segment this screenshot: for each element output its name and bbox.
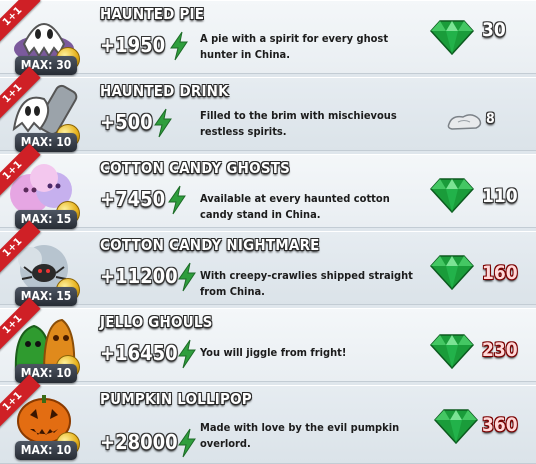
- item-score: +1950: [100, 33, 166, 57]
- shop-item-row[interactable]: 1+1 MAX: 10 HAUNTED DRINK +500 Filled to…: [0, 66, 536, 152]
- item-score: +500: [100, 110, 153, 134]
- shop-item-row[interactable]: 1+1 MAX: 30 HAUNTED PIE +1950 A pie with…: [0, 0, 536, 75]
- item-name: COTTON CANDY NIGHTMARE: [100, 236, 320, 254]
- lightning-bolt-icon: [170, 31, 188, 61]
- shop-item-row[interactable]: 1+1 MAX: 15 COTTON CANDY NIGHTMARE +1120…: [0, 220, 536, 306]
- item-score: +16450: [100, 341, 178, 365]
- item-description: You will jiggle from fright!: [200, 346, 347, 359]
- item-score: +11200: [100, 264, 178, 288]
- lightning-bolt-icon: [168, 185, 186, 215]
- item-price: 230: [482, 339, 518, 361]
- shop-item-row[interactable]: 1+1 MAX: 15 COTTON CANDY GHOSTS +7450 Av…: [0, 143, 536, 229]
- shop-item-list: 1+1 MAX: 30 HAUNTED PIE +1950 A pie with…: [0, 0, 536, 464]
- gem-icon: [430, 255, 474, 290]
- item-price: 160: [482, 262, 518, 284]
- item-name: COTTON CANDY GHOSTS: [100, 159, 291, 177]
- gem-icon: [430, 334, 474, 369]
- item-description: Made with love by the evil pumpkin overl…: [200, 421, 400, 450]
- gem-icon: [430, 178, 474, 213]
- item-score: +7450: [100, 187, 166, 211]
- shop-item-row[interactable]: 1+1 MAX: 10 PUMPKIN LOLLIPOP +28000 Made…: [0, 374, 536, 464]
- lightning-bolt-icon: [154, 108, 172, 138]
- item-name: PUMPKIN LOLLIPOP: [100, 390, 252, 408]
- item-description: A pie with a spirit for every ghost hunt…: [200, 32, 389, 61]
- item-description: With creepy-crawlies shipped straight fr…: [200, 269, 413, 298]
- item-name: HAUNTED PIE: [100, 5, 205, 23]
- item-price: 8: [486, 111, 495, 127]
- silver-icon: [447, 114, 482, 130]
- item-name: JELLO GHOULS: [100, 313, 213, 331]
- shop-item-row[interactable]: 1+1 MAX: 10 JELLO GHOULS +16450 You will…: [0, 297, 536, 383]
- gem-icon: [434, 409, 478, 444]
- max-limit-label: MAX: 10: [15, 441, 77, 460]
- gem-icon: [430, 20, 474, 55]
- item-price: 360: [482, 414, 518, 436]
- item-price: 110: [482, 185, 518, 207]
- item-name: HAUNTED DRINK: [100, 82, 229, 100]
- lightning-bolt-icon: [178, 339, 196, 369]
- item-price: 30: [482, 19, 506, 41]
- item-score: +28000: [100, 430, 178, 454]
- item-description: Filled to the brim with mischievous rest…: [200, 109, 397, 138]
- lightning-bolt-icon: [178, 262, 196, 292]
- item-description: Available at every haunted cotton candy …: [200, 192, 390, 221]
- lightning-bolt-icon: [178, 428, 196, 458]
